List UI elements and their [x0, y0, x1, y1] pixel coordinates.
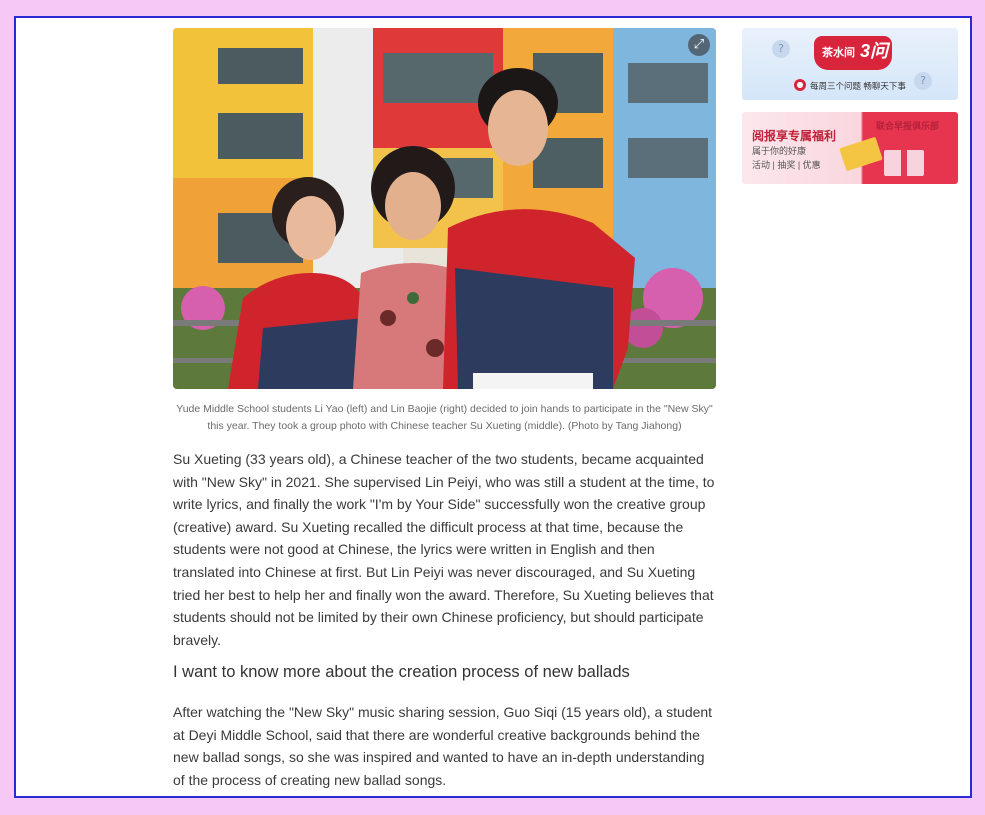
photo-caption: Yude Middle School students Li Yao (left…: [176, 403, 713, 432]
club-brand: 联合早报俱乐部: [876, 121, 940, 131]
ad-subtitle: 每周三个问题 畅聊天下事: [810, 81, 906, 91]
club-line-2: 属于你的好康: [752, 146, 807, 156]
ad-number: 3问: [860, 41, 889, 61]
question-bubble-icon: ?: [914, 72, 932, 90]
question-bubble-icon: ?: [772, 40, 790, 58]
ad-title: 茶水间: [822, 47, 855, 59]
page-frame: ⤢ Yude Middle School students Li Yao (le…: [14, 16, 972, 798]
article-paragraph-2: After watching the "New Sky" music shari…: [173, 704, 713, 788]
article-photo[interactable]: ⤢: [173, 28, 716, 389]
section-heading: I want to know more about the creation p…: [173, 663, 630, 681]
photo-illustration: [173, 28, 716, 389]
article-paragraph-1: Su Xueting (33 years old), a Chinese tea…: [173, 451, 715, 648]
sidebar-ad-tea-room[interactable]: ? ? 茶水间 3问 ● 每周三个问题 畅聊天下事: [742, 28, 958, 100]
mic-icon: ●: [794, 79, 806, 91]
club-title: 阅报享专属福利: [752, 129, 837, 143]
expand-icon[interactable]: ⤢: [688, 34, 710, 56]
gift-box-icon: [839, 136, 883, 172]
gift-box-icon: [884, 150, 924, 176]
sidebar-ad-club[interactable]: 联合早报俱乐部 阅报享专属福利 属于你的好康 活动 | 抽奖 | 优惠: [742, 112, 958, 184]
club-line-3: 活动 | 抽奖 | 优惠: [752, 160, 821, 170]
